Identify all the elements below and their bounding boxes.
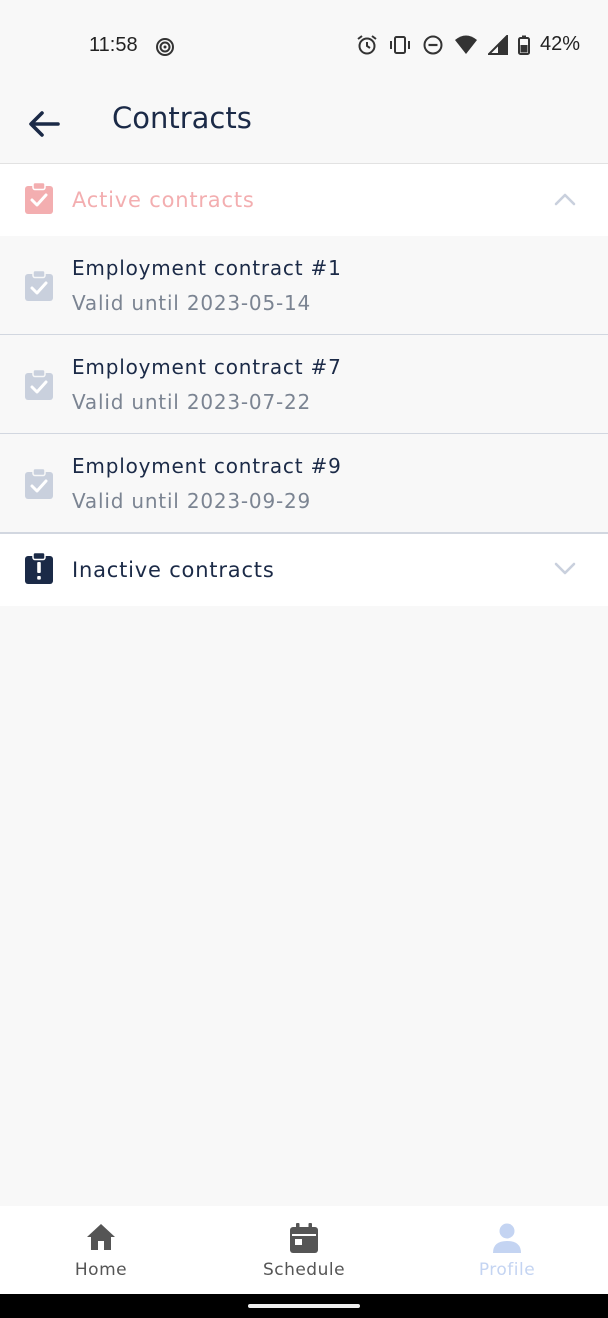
inactive-contracts-label: Inactive contracts <box>72 558 275 582</box>
contract-list-item[interactable]: Employment contract #1 Valid until 2023-… <box>0 236 608 336</box>
clipboard-check-icon <box>24 467 54 504</box>
nav-schedule[interactable]: Schedule <box>203 1206 405 1294</box>
contract-list-item[interactable]: Employment contract #7 Valid until 2023-… <box>0 335 608 435</box>
bottom-navigation: Home Schedule Profile <box>0 1206 608 1294</box>
contract-title: Employment contract #7 <box>72 355 342 379</box>
back-button[interactable] <box>24 104 64 144</box>
chevron-down-icon <box>554 561 576 580</box>
chevron-up-icon <box>554 191 576 210</box>
nav-home[interactable]: Home <box>0 1206 202 1294</box>
do-not-disturb-icon <box>422 34 444 56</box>
system-gesture-bar <box>0 1294 608 1318</box>
nav-home-label: Home <box>74 1260 128 1280</box>
vibrate-icon <box>388 34 412 56</box>
home-gesture-handle[interactable] <box>248 1304 360 1308</box>
contract-validity: Valid until 2023-05-14 <box>72 291 312 315</box>
arrow-left-icon <box>29 111 60 137</box>
contract-title: Employment contract #9 <box>72 454 342 478</box>
nav-profile[interactable]: Profile <box>406 1206 608 1294</box>
active-contracts-header[interactable]: Active contracts <box>0 164 608 236</box>
clipboard-alert-icon <box>24 551 54 589</box>
nav-profile-label: Profile <box>478 1260 536 1280</box>
inactive-contracts-header[interactable]: Inactive contracts <box>0 534 608 606</box>
alarm-icon <box>356 34 378 56</box>
active-contracts-label: Active contracts <box>72 188 255 212</box>
contract-validity: Valid until 2023-09-29 <box>72 489 312 513</box>
status-bar: 11:58 42% <box>0 0 608 92</box>
contract-validity: Valid until 2023-07-22 <box>72 390 312 414</box>
nav-schedule-label: Schedule <box>262 1260 346 1280</box>
radar-icon <box>154 36 176 58</box>
contract-title: Employment contract #1 <box>72 256 342 280</box>
clipboard-check-icon <box>24 269 54 306</box>
battery-icon <box>517 35 530 55</box>
calendar-icon <box>290 1223 318 1253</box>
home-icon <box>87 1224 115 1250</box>
signal-icon <box>487 34 508 55</box>
battery-percentage: 42% <box>539 33 580 55</box>
status-time: 11:58 <box>89 34 138 56</box>
person-icon <box>493 1223 521 1253</box>
clipboard-check-icon <box>24 368 54 405</box>
clipboard-check-icon <box>24 181 54 219</box>
contract-list-item[interactable]: Employment contract #9 Valid until 2023-… <box>0 434 608 534</box>
page-title: Contracts <box>112 101 252 135</box>
wifi-icon <box>454 35 478 55</box>
status-icons: 42% <box>356 33 580 56</box>
app-bar: Contracts <box>0 92 608 164</box>
